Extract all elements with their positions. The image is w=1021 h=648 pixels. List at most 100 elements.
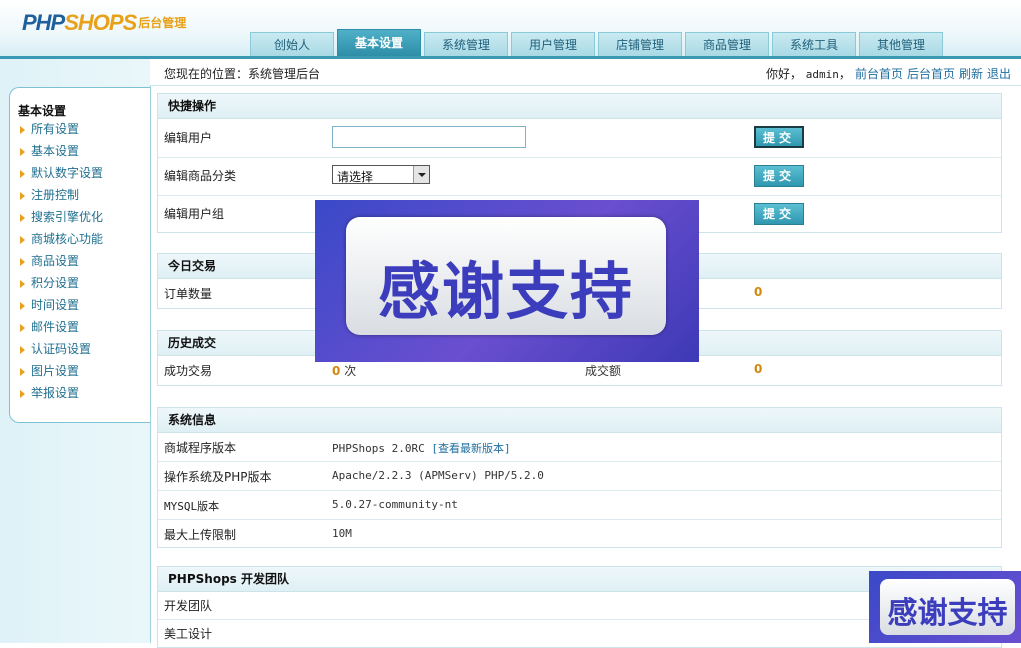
panel-title: 快捷操作: [158, 94, 1001, 119]
sidebar-item-label: 默认数字设置: [31, 166, 104, 180]
tab-system-tools[interactable]: 系统工具: [772, 32, 856, 56]
row-value: 10M: [332, 527, 352, 540]
success-count-unit: 次: [344, 364, 357, 378]
sidebar-item-label: 邮件设置: [31, 320, 80, 334]
sidebar-item-points-settings[interactable]: 积分设置: [18, 274, 103, 296]
amount-value: 0: [754, 362, 763, 376]
sidebar-item-label: 基本设置: [31, 144, 80, 158]
sidebar-item-image-settings[interactable]: 图片设置: [18, 362, 103, 384]
arrow-right-icon: [20, 346, 25, 354]
quick-row-edit-category: 编辑商品分类 请选择 提交: [158, 158, 1001, 196]
sidebar-item-mail-settings[interactable]: 邮件设置: [18, 318, 103, 340]
logo-admin-label: 后台管理: [138, 16, 187, 30]
sidebar: 基本设置 所有设置 基本设置 默认数字设置 注册控制 搜索引擎优化 商城核心功能…: [0, 59, 151, 643]
dropdown-button[interactable]: [413, 166, 429, 183]
sysinfo-row: 商城程序版本 PHPShops 2.0RC [查看最新版本]: [158, 433, 1001, 462]
arrow-right-icon: [20, 258, 25, 266]
sidebar-item-all-settings[interactable]: 所有设置: [18, 120, 103, 142]
tab-other-management[interactable]: 其他管理: [859, 32, 943, 56]
main-nav: 创始人 基本设置 系统管理 用户管理 店铺管理 商品管理 系统工具 其他管理: [250, 29, 946, 56]
thanks-card: 感谢支持: [346, 217, 666, 335]
row-label: 操作系统及PHP版本: [164, 470, 272, 484]
sidebar-item-report-settings[interactable]: 举报设置: [18, 384, 103, 406]
sidebar-menu: 基本设置 所有设置 基本设置 默认数字设置 注册控制 搜索引擎优化 商城核心功能…: [9, 87, 150, 423]
sidebar-item-label: 举报设置: [31, 386, 80, 400]
sidebar-item-label: 商城核心功能: [31, 232, 104, 246]
row-label: 开发团队: [164, 599, 213, 613]
row-label: MYSQL版本: [164, 500, 220, 513]
system-info-panel: 系统信息 商城程序版本 PHPShops 2.0RC [查看最新版本] 操作系统…: [157, 407, 1002, 548]
check-latest-version-link[interactable]: [查看最新版本]: [431, 442, 510, 455]
header: PHPSHOPS 后台管理 创始人 基本设置 系统管理 用户管理 店铺管理 商品管…: [0, 0, 1021, 59]
sidebar-item-label: 积分设置: [31, 276, 80, 290]
refresh-link[interactable]: 刷新: [959, 67, 983, 81]
row-label: 编辑用户组: [164, 207, 225, 221]
logo-shops: SHOPS: [64, 10, 137, 35]
tab-user-management[interactable]: 用户管理: [511, 32, 595, 56]
sidebar-item-label: 时间设置: [31, 298, 80, 312]
sidebar-item-product-settings[interactable]: 商品设置: [18, 252, 103, 274]
logo-php: PHP: [22, 10, 65, 35]
tab-system-management[interactable]: 系统管理: [424, 32, 508, 56]
row-value: 5.0.27-community-nt: [332, 498, 458, 511]
arrow-right-icon: [20, 324, 25, 332]
sidebar-item-label: 商品设置: [31, 254, 80, 268]
sidebar-item-time-settings[interactable]: 时间设置: [18, 296, 103, 318]
row-label: 成功交易: [164, 364, 213, 378]
sidebar-item-seo[interactable]: 搜索引擎优化: [18, 208, 103, 230]
version-text: PHPShops 2.0RC: [332, 442, 425, 455]
row-label: 美工设计: [164, 627, 213, 641]
backend-home-link[interactable]: 后台首页: [907, 67, 955, 81]
panel-title: 系统信息: [158, 408, 1001, 433]
category-select[interactable]: 请选择: [332, 165, 430, 184]
sidebar-item-label: 认证码设置: [31, 342, 92, 356]
top-bar: 您现在的位置：系统管理后台 你好， admin， 前台首页 后台首页 刷新 退出: [150, 59, 1021, 86]
logout-link[interactable]: 退出: [987, 67, 1011, 81]
chevron-down-icon: [418, 173, 426, 177]
arrow-right-icon: [20, 148, 25, 156]
thanks-text: 感谢支持: [377, 255, 634, 328]
tab-founder[interactable]: 创始人: [250, 32, 334, 56]
tab-product-management[interactable]: 商品管理: [685, 32, 769, 56]
sidebar-item-default-number[interactable]: 默认数字设置: [18, 164, 103, 186]
sidebar-item-label: 搜索引擎优化: [31, 210, 104, 224]
row-label: 最大上传限制: [164, 528, 237, 542]
arrow-right-icon: [20, 368, 25, 376]
sidebar-item-label: 注册控制: [31, 188, 80, 202]
thanks-card-small: 感谢支持: [880, 579, 1015, 635]
edit-user-input[interactable]: [332, 126, 526, 148]
row-label: 订单数量: [164, 287, 213, 301]
sidebar-item-captcha-settings[interactable]: 认证码设置: [18, 340, 103, 362]
separator: ，: [838, 67, 851, 81]
sidebar-item-basic-settings[interactable]: 基本设置: [18, 142, 103, 164]
row-value: Apache/2.2.3 (APMServ) PHP/5.2.0: [332, 469, 544, 482]
logo[interactable]: PHPSHOPS 后台管理: [22, 10, 186, 36]
frontend-home-link[interactable]: 前台首页: [855, 67, 903, 81]
sidebar-item-label: 图片设置: [31, 364, 80, 378]
thanks-text-small: 感谢支持: [887, 596, 1008, 631]
thanks-overlay-banner: 感谢支持: [315, 200, 699, 362]
tab-store-management[interactable]: 店铺管理: [598, 32, 682, 56]
sidebar-item-label: 所有设置: [31, 122, 80, 136]
sidebar-title: 基本设置: [18, 104, 67, 118]
arrow-right-icon: [20, 214, 25, 222]
submit-edit-category-button[interactable]: 提交: [754, 165, 804, 187]
arrow-right-icon: [20, 236, 25, 244]
submit-edit-usergroup-button[interactable]: 提交: [754, 203, 804, 225]
arrow-right-icon: [20, 280, 25, 288]
arrow-right-icon: [20, 192, 25, 200]
user-links: 你好， admin， 前台首页 后台首页 刷新 退出: [766, 65, 1011, 82]
arrow-right-icon: [20, 390, 25, 398]
thanks-corner-banner: 感谢支持: [869, 571, 1021, 643]
tab-basic-settings[interactable]: 基本设置: [337, 29, 421, 56]
sysinfo-row: MYSQL版本 5.0.27-community-nt: [158, 491, 1001, 520]
row-label: 编辑用户: [164, 131, 213, 145]
username: admin: [805, 68, 839, 81]
sysinfo-row: 操作系统及PHP版本 Apache/2.2.3 (APMServ) PHP/5.…: [158, 462, 1001, 491]
sidebar-item-core-functions[interactable]: 商城核心功能: [18, 230, 103, 252]
sidebar-item-registration[interactable]: 注册控制: [18, 186, 103, 208]
submit-edit-user-button[interactable]: 提交: [754, 126, 804, 148]
breadcrumb: 您现在的位置：系统管理后台: [164, 67, 321, 81]
row-label: 编辑商品分类: [164, 169, 237, 183]
quick-row-edit-user: 编辑用户 提交: [158, 119, 1001, 158]
